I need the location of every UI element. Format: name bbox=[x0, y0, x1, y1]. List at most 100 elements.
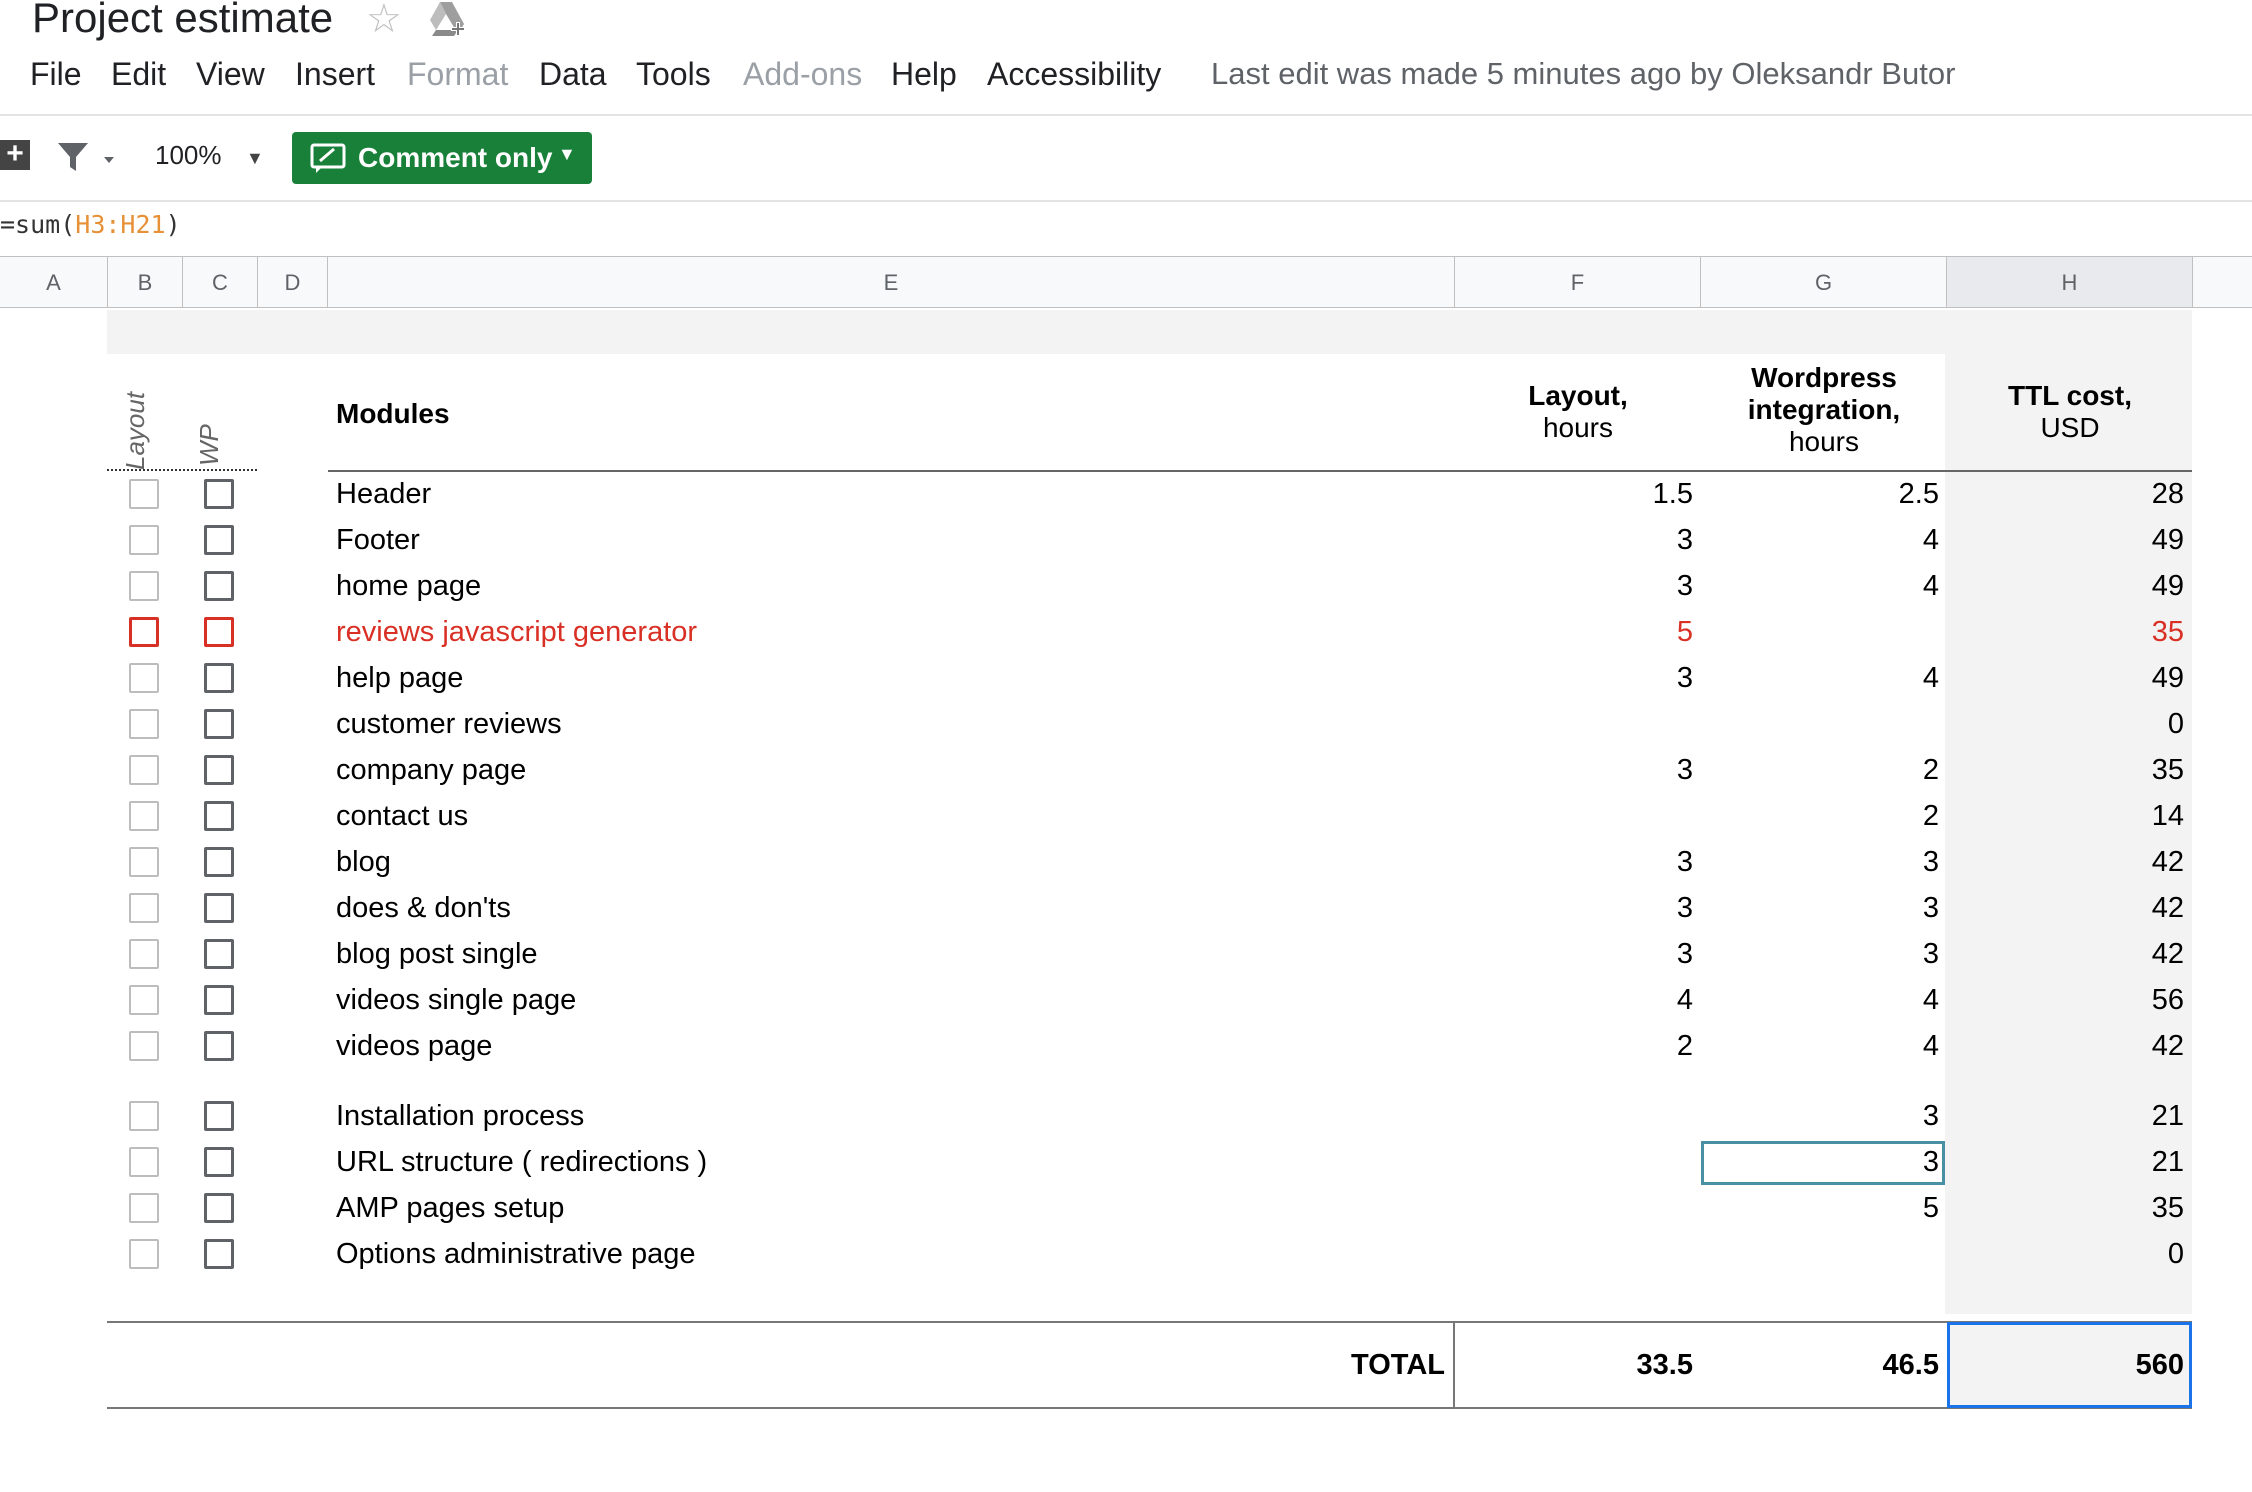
layout-checkbox[interactable] bbox=[129, 1101, 159, 1131]
wp-hours[interactable]: 5 bbox=[1701, 1192, 1939, 1225]
menu-file[interactable]: File bbox=[30, 56, 82, 93]
column-header-b[interactable]: B bbox=[108, 256, 183, 308]
wp-hours[interactable]: 2 bbox=[1701, 754, 1939, 787]
module-name[interactable]: Options administrative page bbox=[336, 1238, 695, 1271]
module-name[interactable]: reviews javascript generator bbox=[336, 616, 697, 649]
wp-hours[interactable]: 4 bbox=[1701, 984, 1939, 1017]
column-header-blank[interactable] bbox=[2193, 256, 2252, 308]
ttl-cost[interactable]: 35 bbox=[1947, 1192, 2184, 1225]
insert-comment-icon[interactable]: + bbox=[0, 139, 30, 170]
layout-checkbox[interactable] bbox=[129, 755, 159, 785]
column-header-g[interactable]: G bbox=[1701, 256, 1947, 308]
layout-hours[interactable]: 3 bbox=[1455, 754, 1693, 787]
column-header-h[interactable]: H bbox=[1947, 256, 2193, 308]
wp-checkbox[interactable] bbox=[204, 479, 234, 509]
module-name[interactable]: contact us bbox=[336, 800, 468, 833]
wp-hours[interactable]: 2.5 bbox=[1701, 478, 1939, 511]
layout-checkbox[interactable] bbox=[129, 893, 159, 923]
ttl-cost[interactable]: 49 bbox=[1947, 524, 2184, 557]
layout-checkbox[interactable] bbox=[129, 709, 159, 739]
formula-bar[interactable]: =sum(H3:H21) bbox=[0, 210, 181, 239]
ttl-cost[interactable]: 49 bbox=[1947, 570, 2184, 603]
ttl-cost[interactable]: 35 bbox=[1947, 616, 2184, 649]
layout-hours[interactable]: 3 bbox=[1455, 524, 1693, 557]
wp-checkbox[interactable] bbox=[204, 939, 234, 969]
ttl-cost[interactable]: 42 bbox=[1947, 938, 2184, 971]
layout-checkbox[interactable] bbox=[129, 801, 159, 831]
last-edit-link[interactable]: Last edit was made 5 minutes ago by Olek… bbox=[1211, 56, 1955, 92]
wp-checkbox[interactable] bbox=[204, 1147, 234, 1177]
wp-checkbox[interactable] bbox=[204, 663, 234, 693]
chevron-down-icon[interactable]: ▼ bbox=[246, 148, 264, 169]
ttl-cost[interactable]: 49 bbox=[1947, 662, 2184, 695]
ttl-cost[interactable]: 42 bbox=[1947, 846, 2184, 879]
menu-insert[interactable]: Insert bbox=[295, 56, 375, 93]
wp-hours[interactable]: 3 bbox=[1701, 892, 1939, 925]
ttl-cost[interactable]: 42 bbox=[1947, 1030, 2184, 1063]
ttl-cost[interactable]: 21 bbox=[1947, 1146, 2184, 1179]
menu-addons[interactable]: Add-ons bbox=[743, 56, 862, 93]
wp-hours[interactable]: 3 bbox=[1701, 938, 1939, 971]
column-header-c[interactable]: C bbox=[183, 256, 258, 308]
module-name[interactable]: blog post single bbox=[336, 938, 538, 971]
menu-data[interactable]: Data bbox=[539, 56, 607, 93]
wp-checkbox[interactable] bbox=[204, 525, 234, 555]
layout-hours[interactable]: 4 bbox=[1455, 984, 1693, 1017]
comment-only-button[interactable]: Comment only ▼ bbox=[292, 132, 592, 184]
module-name[interactable]: Installation process bbox=[336, 1100, 584, 1133]
layout-checkbox[interactable] bbox=[129, 1193, 159, 1223]
wp-checkbox[interactable] bbox=[204, 847, 234, 877]
layout-checkbox[interactable] bbox=[129, 1031, 159, 1061]
ttl-cost[interactable]: 14 bbox=[1947, 800, 2184, 833]
wp-checkbox[interactable] bbox=[204, 985, 234, 1015]
column-header-e[interactable]: E bbox=[328, 256, 1455, 308]
wp-hours[interactable]: 4 bbox=[1701, 1030, 1939, 1063]
ttl-cost[interactable]: 21 bbox=[1947, 1100, 2184, 1133]
wp-checkbox[interactable] bbox=[204, 1101, 234, 1131]
module-name[interactable]: AMP pages setup bbox=[336, 1192, 564, 1225]
filter-icon[interactable] bbox=[56, 141, 126, 178]
layout-checkbox[interactable] bbox=[129, 985, 159, 1015]
menu-format[interactable]: Format bbox=[407, 56, 508, 93]
wp-hours[interactable]: 4 bbox=[1701, 570, 1939, 603]
layout-hours[interactable]: 3 bbox=[1455, 846, 1693, 879]
wp-checkbox[interactable] bbox=[204, 617, 234, 647]
wp-hours[interactable]: 4 bbox=[1701, 662, 1939, 695]
wp-checkbox[interactable] bbox=[204, 1239, 234, 1269]
layout-checkbox[interactable] bbox=[129, 847, 159, 877]
ttl-cost[interactable]: 35 bbox=[1947, 754, 2184, 787]
wp-checkbox[interactable] bbox=[204, 893, 234, 923]
menu-accessibility[interactable]: Accessibility bbox=[987, 56, 1161, 93]
module-name[interactable]: company page bbox=[336, 754, 526, 787]
menu-view[interactable]: View bbox=[196, 56, 265, 93]
layout-hours[interactable]: 5 bbox=[1455, 616, 1693, 649]
layout-checkbox[interactable] bbox=[129, 479, 159, 509]
menu-tools[interactable]: Tools bbox=[636, 56, 711, 93]
layout-checkbox[interactable] bbox=[129, 525, 159, 555]
wp-hours[interactable]: 3 bbox=[1701, 846, 1939, 879]
total-ttl[interactable]: 560 bbox=[1947, 1349, 2184, 1382]
column-header-d[interactable]: D bbox=[258, 256, 328, 308]
layout-checkbox[interactable] bbox=[129, 939, 159, 969]
layout-checkbox[interactable] bbox=[129, 663, 159, 693]
module-name[interactable]: home page bbox=[336, 570, 481, 603]
layout-checkbox[interactable] bbox=[129, 1239, 159, 1269]
add-to-drive-icon[interactable] bbox=[428, 0, 468, 43]
wp-hours[interactable]: 2 bbox=[1701, 800, 1939, 833]
wp-hours[interactable]: 4 bbox=[1701, 524, 1939, 557]
layout-hours[interactable]: 3 bbox=[1455, 892, 1693, 925]
document-title[interactable]: Project estimate bbox=[32, 0, 333, 42]
total-layout[interactable]: 33.5 bbox=[1455, 1349, 1693, 1382]
layout-checkbox[interactable] bbox=[129, 617, 159, 647]
zoom-select[interactable]: 100% bbox=[155, 140, 222, 171]
wp-checkbox[interactable] bbox=[204, 755, 234, 785]
layout-hours[interactable]: 3 bbox=[1455, 570, 1693, 603]
ttl-cost[interactable]: 0 bbox=[1947, 708, 2184, 741]
wp-checkbox[interactable] bbox=[204, 1193, 234, 1223]
column-header-f[interactable]: F bbox=[1455, 256, 1701, 308]
wp-hours[interactable]: 3 bbox=[1701, 1100, 1939, 1133]
wp-checkbox[interactable] bbox=[204, 571, 234, 601]
menu-help[interactable]: Help bbox=[891, 56, 957, 93]
ttl-cost[interactable]: 56 bbox=[1947, 984, 2184, 1017]
layout-hours[interactable]: 3 bbox=[1455, 938, 1693, 971]
